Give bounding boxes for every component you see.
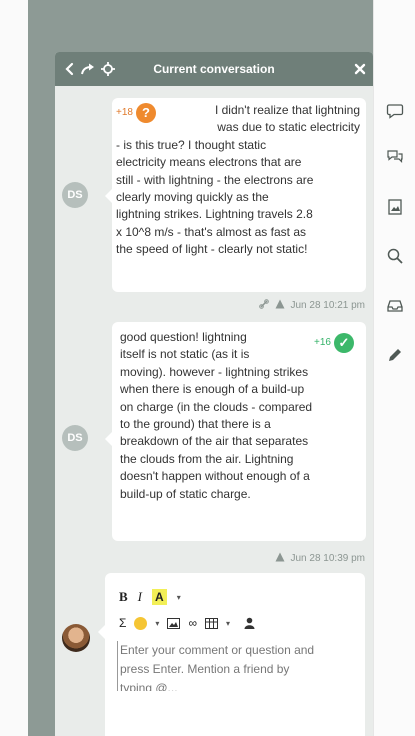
- message-line: doesn't happen without enough of a: [120, 469, 310, 484]
- format-toolbar: B I A ▾: [119, 589, 181, 605]
- comment-input[interactable]: Enter your comment or question and press…: [117, 641, 358, 691]
- emoji-icon: [134, 616, 148, 630]
- accepted-check-icon: ✓: [334, 333, 354, 353]
- panel-titlebar: Current conversation: [55, 52, 373, 86]
- timestamp: Jun 28 10:39 pm: [290, 553, 366, 564]
- message-line: lightning strikes. Lightning travels 2.8: [116, 207, 313, 222]
- conversation-panel: Current conversation DS +18 ? I didn't r…: [55, 52, 373, 736]
- italic-button[interactable]: I: [138, 589, 142, 605]
- image-icon: [167, 617, 181, 629]
- warning-icon[interactable]: [275, 552, 285, 565]
- chevron-down-icon[interactable]: ▾: [226, 619, 230, 628]
- table-button[interactable]: [205, 615, 218, 631]
- search-icon[interactable]: [382, 243, 408, 269]
- user-mention-button[interactable]: [244, 615, 255, 631]
- emoji-button[interactable]: [134, 615, 148, 631]
- message-line: - is this true? I thought static: [116, 137, 267, 152]
- pencil-icon[interactable]: [382, 342, 408, 368]
- close-icon[interactable]: [351, 60, 369, 78]
- avatar[interactable]: DS: [62, 182, 88, 208]
- message-line: still - with lightning - the electrons a…: [116, 172, 314, 187]
- insert-toolbar: Σ ▾ ∞ ▾: [119, 615, 255, 631]
- bold-button[interactable]: B: [119, 589, 128, 605]
- user-icon: [244, 617, 255, 629]
- message-bubble: +18 ? I didn't realize that lightning wa…: [105, 98, 366, 292]
- image-icon[interactable]: [382, 194, 408, 220]
- current-user-avatar: [62, 624, 90, 652]
- link-icon[interactable]: [258, 299, 269, 312]
- message-line: itself is not static (as it is: [120, 347, 250, 362]
- avatar[interactable]: DS: [62, 425, 88, 451]
- vote-score[interactable]: +18 ?: [116, 103, 156, 123]
- inbox-icon[interactable]: [382, 293, 408, 319]
- table-icon: [205, 617, 218, 629]
- message-line: x 10^8 m/s - that's almost as fast as: [116, 224, 306, 239]
- message-meta: Jun 28 10:21 pm: [258, 299, 366, 312]
- message-line: was due to static electricity: [217, 120, 360, 135]
- message-line: moving). however - lightning strikes: [120, 364, 309, 379]
- message-line: breakdown of the air that separates: [120, 434, 309, 449]
- message-line: I didn't realize that lightning: [214, 103, 360, 117]
- message-line: the speed of light - clearly not static!: [116, 242, 308, 257]
- question-icon: ?: [135, 103, 156, 123]
- chevron-down-icon[interactable]: ▾: [177, 593, 181, 602]
- vote-score[interactable]: +16 ✓: [314, 333, 354, 353]
- image-button[interactable]: [167, 615, 181, 631]
- highlight-button[interactable]: A: [152, 589, 167, 605]
- left-margin: [0, 0, 28, 736]
- message-meta: Jun 28 10:39 pm: [275, 552, 366, 565]
- sigma-button[interactable]: Σ: [119, 615, 126, 631]
- chat-bubble-icon[interactable]: [382, 98, 408, 124]
- chevron-down-icon[interactable]: ▾: [155, 619, 159, 628]
- message-line: good question! lightning: [120, 330, 247, 344]
- right-toolbar: [373, 0, 415, 736]
- message-line: to the ground) that there is a: [120, 417, 271, 432]
- message-line: build-up of static charge.: [120, 486, 251, 501]
- message-line: when there is enough of a build-up: [120, 382, 305, 397]
- message-line: clearly moving quickly as the: [116, 190, 269, 205]
- comment-composer: B I A ▾ Σ ▾ ∞ ▾ Enter your comment or qu…: [98, 573, 365, 736]
- warning-icon[interactable]: [275, 299, 285, 312]
- chat-bubbles-icon[interactable]: [382, 144, 408, 170]
- timestamp: Jun 28 10:21 pm: [290, 300, 366, 311]
- message-bubble: good question! lightning itself is not s…: [105, 322, 366, 541]
- link-button[interactable]: ∞: [188, 615, 197, 631]
- message-line: electricity means electrons that are: [116, 155, 302, 170]
- message-line: the clouds from the air. Lightning: [120, 451, 294, 466]
- panel-title: Current conversation: [153, 62, 275, 76]
- message-line: on charge (in the clouds - compared: [120, 399, 313, 414]
